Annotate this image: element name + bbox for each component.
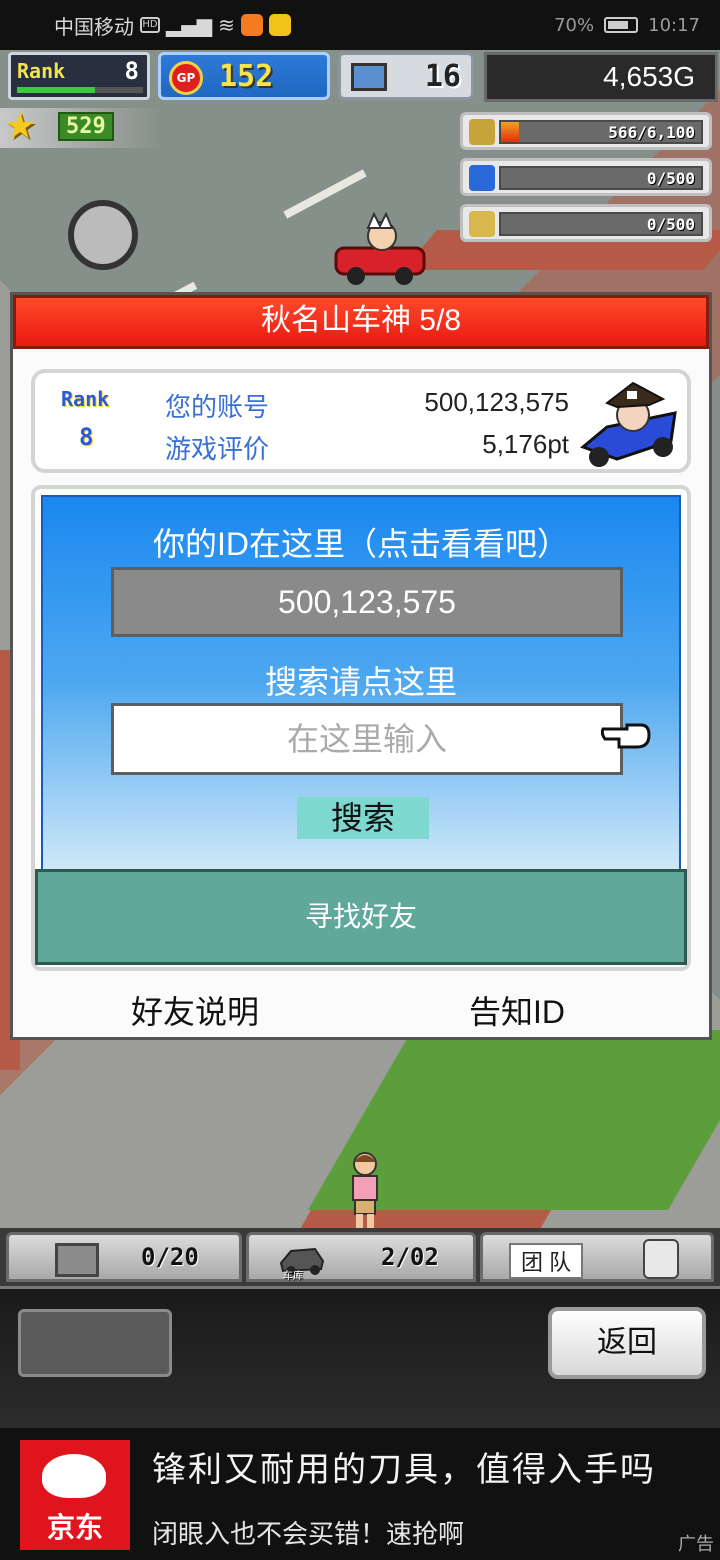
ad-banner[interactable]: 京东 锋利又耐用的刀具，值得入手吗 闭眼入也不会买错！速抢啊 广告 (0, 1428, 720, 1560)
fuel-icon (469, 165, 495, 191)
resource-wheat[interactable]: 0/500 (460, 204, 712, 242)
fan-value: 529 (58, 112, 114, 141)
id-search-area: 你的ID在这里（点击看看吧） 500,123,575 搜索请点这里 搜索 (41, 495, 681, 871)
friend-dialog: 秋名山车神 5/8 Rank 8 您的账号 500,123,575 游戏评价 5… (10, 292, 712, 1040)
money-display: 4,653G (484, 52, 718, 102)
app-notification-icon (240, 14, 263, 36)
signal-icon: ▂▄▆ (166, 13, 213, 37)
ad-subtitle: 闭眼入也不会买错！速抢啊 (152, 1519, 465, 1549)
star-icon: ★ (4, 106, 37, 147)
player-rank[interactable]: Rank 8 (8, 52, 150, 100)
bottom-panel: 返回 (0, 1286, 720, 1428)
coins-text: 566/6,100 (608, 123, 695, 142)
fan-counter[interactable]: ★ 529 (0, 108, 160, 148)
research-value: 16 (424, 59, 461, 94)
red-car-sprite[interactable] (330, 210, 430, 290)
bottom-tab-bar: 0/20 车库 2/02 团 队 (0, 1228, 720, 1286)
id-panel: 你的ID在这里（点击看看吧） 500,123,575 搜索请点这里 搜索 寻找好… (31, 485, 691, 971)
research-counter[interactable]: 16 (338, 52, 474, 100)
fuel-text: 0/500 (646, 169, 695, 188)
share-id-link[interactable]: 告知ID (469, 987, 565, 1033)
friend-help-link[interactable]: 好友说明 (131, 987, 259, 1033)
gp-value: 152 (219, 59, 274, 94)
garage-label: 车库 (283, 1271, 303, 1282)
wheat-bar: 0/500 (499, 212, 703, 236)
back-button[interactable]: 返回 (548, 1307, 706, 1379)
coins-bar: 566/6,100 (499, 120, 703, 144)
tab-garage[interactable]: 车库 2/02 (246, 1232, 476, 1282)
hd-icon: HD (140, 17, 160, 33)
resource-fuel[interactable]: 0/500 (460, 158, 712, 196)
profile-card: Rank 8 您的账号 500,123,575 游戏评价 5,176pt (31, 369, 691, 473)
resource-coins[interactable]: 566/6,100 (460, 112, 712, 150)
search-heading: 搜索请点这里 (264, 664, 457, 700)
rating-value: 5,176pt (482, 429, 569, 459)
battery-percent: 70% (554, 14, 595, 36)
jd-dog-icon (42, 1454, 106, 1498)
team-label: 团 队 (509, 1243, 584, 1279)
top-hud: Rank 8 GP 152 16 4,653G (0, 52, 720, 102)
find-friends-button[interactable]: 寻找好友 (35, 869, 687, 965)
search-button[interactable]: 搜索 (297, 797, 429, 839)
ad-title: 锋利又耐用的刀具，值得入手吗 (152, 1451, 656, 1489)
status-bar: 中国移动 HD ▂▄▆ ≋ 70% 10:17 (0, 0, 720, 50)
tab-materials[interactable]: 0/20 (6, 1232, 242, 1282)
id-heading: 你的ID在这里（点击看看吧） (152, 526, 569, 562)
carrier-label: 中国移动 (54, 14, 134, 39)
crate-icon (55, 1243, 99, 1277)
rank-progress-bar (17, 87, 143, 93)
account-label: 您的账号 (165, 392, 270, 422)
clock: 10:17 (648, 14, 700, 36)
gp-counter[interactable]: GP 152 (158, 52, 330, 100)
fuel-bar: 0/500 (499, 166, 703, 190)
dialog-title: 秋名山车神 5/8 (13, 295, 709, 349)
staff-face-icon (643, 1239, 679, 1279)
my-id-field[interactable]: 500,123,575 (111, 567, 623, 637)
rank-value: 8 (124, 57, 139, 85)
app-notification-icon-2 (268, 14, 291, 36)
player-avatar (580, 381, 677, 467)
friend-id-input[interactable] (111, 703, 623, 775)
battery-icon (604, 17, 639, 33)
account-value: 500,123,575 (424, 387, 569, 417)
profile-rank-value: 8 (79, 423, 94, 451)
computer-icon (351, 63, 387, 91)
tab-team[interactable]: 团 队 (480, 1232, 714, 1282)
empty-slot[interactable] (18, 1309, 172, 1377)
character-sprite[interactable] (345, 1150, 385, 1230)
ad-tag: 广告 (678, 1534, 714, 1554)
crate-count: 0/20 (141, 1243, 199, 1271)
ad-brand: 京东 (46, 1512, 103, 1543)
garage-count: 2/02 (381, 1243, 439, 1271)
rating-label: 游戏评价 (165, 434, 270, 464)
wheat-icon (469, 211, 495, 237)
pointing-hand-icon (601, 723, 651, 749)
gp-coin-icon: GP (169, 61, 203, 95)
jd-logo: 京东 (20, 1440, 130, 1550)
wheat-text: 0/500 (646, 215, 695, 234)
profile-rank-label: Rank (61, 387, 110, 411)
wifi-icon: ≋ (218, 13, 235, 37)
rank-label: Rank (17, 59, 66, 83)
steering-wheel-icon[interactable] (68, 200, 138, 270)
coins-icon (469, 119, 495, 145)
